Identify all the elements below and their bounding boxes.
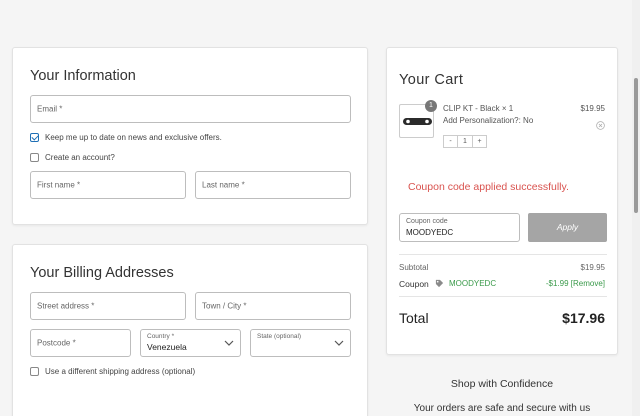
different-shipping-checkbox[interactable]: Use a different shipping address (option… [30,367,195,376]
remove-item-icon[interactable] [596,121,605,130]
email-field[interactable]: Email * [30,95,351,123]
shop-confidence-text: Your orders are safe and secure with us [413,403,591,414]
apply-button[interactable]: Apply [528,213,607,242]
street-address-placeholder: Street address * [37,301,95,311]
quantity-badge: 1 [425,100,437,112]
cart-divider [399,254,607,255]
town-city-field[interactable]: Town / City * [195,292,351,320]
create-account-checkbox[interactable]: Create an account? [30,153,115,162]
town-city-placeholder: Town / City * [202,301,247,311]
product-personalization: Add Personalization?: No [443,116,534,125]
different-shipping-label: Use a different shipping address (option… [45,367,196,376]
email-placeholder: Email * [37,104,63,114]
coupon-code-label: Coupon code [406,218,448,225]
your-information-title: Your Information [30,68,136,84]
remove-coupon-link[interactable]: [Remove] [571,279,605,288]
product-name: CLIP KT - Black × 1 [443,104,514,113]
coupon-discount-group: -$1.99 [Remove] [546,279,605,288]
first-name-placeholder: First name * [37,180,81,190]
total-label: Total [399,310,429,326]
postcode-placeholder: Postcode * [37,338,76,348]
cart-card: Your Cart 1 CLIP KT - Black × 1 Add Pers… [386,47,618,355]
country-label: Country * [147,333,175,340]
country-select[interactable]: Country * Venezuela [140,329,241,357]
coupon-code-value: MOODYEDC [406,228,454,237]
billing-addresses-card: Your Billing Addresses Street address * … [12,244,368,416]
keep-me-updated-label: Keep me up to date on news and exclusive… [45,133,222,142]
total-value: $17.96 [562,310,605,326]
scrollbar-thumb[interactable] [634,78,638,213]
qty-plus-button[interactable]: + [472,136,486,147]
different-shipping-box[interactable] [30,367,39,376]
last-name-placeholder: Last name * [202,180,245,190]
your-information-card: Your Information Email * Keep me up to d… [12,47,368,225]
tag-icon [435,279,444,288]
quantity-stepper: - 1 + [443,135,487,148]
state-label: State (optional) [257,333,302,340]
create-account-label: Create an account? [45,153,115,162]
page-scrollbar[interactable] [632,0,640,416]
qty-value[interactable]: 1 [458,136,472,147]
billing-addresses-title: Your Billing Addresses [30,265,174,281]
chevron-down-icon [334,340,344,346]
first-name-field[interactable]: First name * [30,171,186,199]
qty-minus-button[interactable]: - [444,136,458,147]
state-select[interactable]: State (optional) [250,329,351,357]
country-value: Venezuela [147,342,187,352]
cart-divider [399,296,607,297]
cart-title: Your Cart [399,72,464,88]
shop-confidence-title: Shop with Confidence [450,378,554,390]
street-address-field[interactable]: Street address * [30,292,186,320]
coupon-success-message: Coupon code applied successfully. [408,181,569,193]
chevron-down-icon [224,340,234,346]
applied-coupon-code: MOODYEDC [449,279,497,288]
postcode-field[interactable]: Postcode * [30,329,131,357]
coupon-row-label: Coupon [399,279,429,289]
coupon-discount-value: -$1.99 [545,279,569,288]
keep-me-updated-box[interactable] [30,133,39,142]
create-account-box[interactable] [30,153,39,162]
subtotal-label: Subtotal [399,263,429,272]
coupon-code-field[interactable]: Coupon code MOODYEDC [399,213,520,242]
subtotal-value: $19.95 [580,263,605,272]
product-price: $19.95 [580,104,605,113]
keep-me-updated-checkbox[interactable]: Keep me up to date on news and exclusive… [30,133,222,142]
last-name-field[interactable]: Last name * [195,171,351,199]
